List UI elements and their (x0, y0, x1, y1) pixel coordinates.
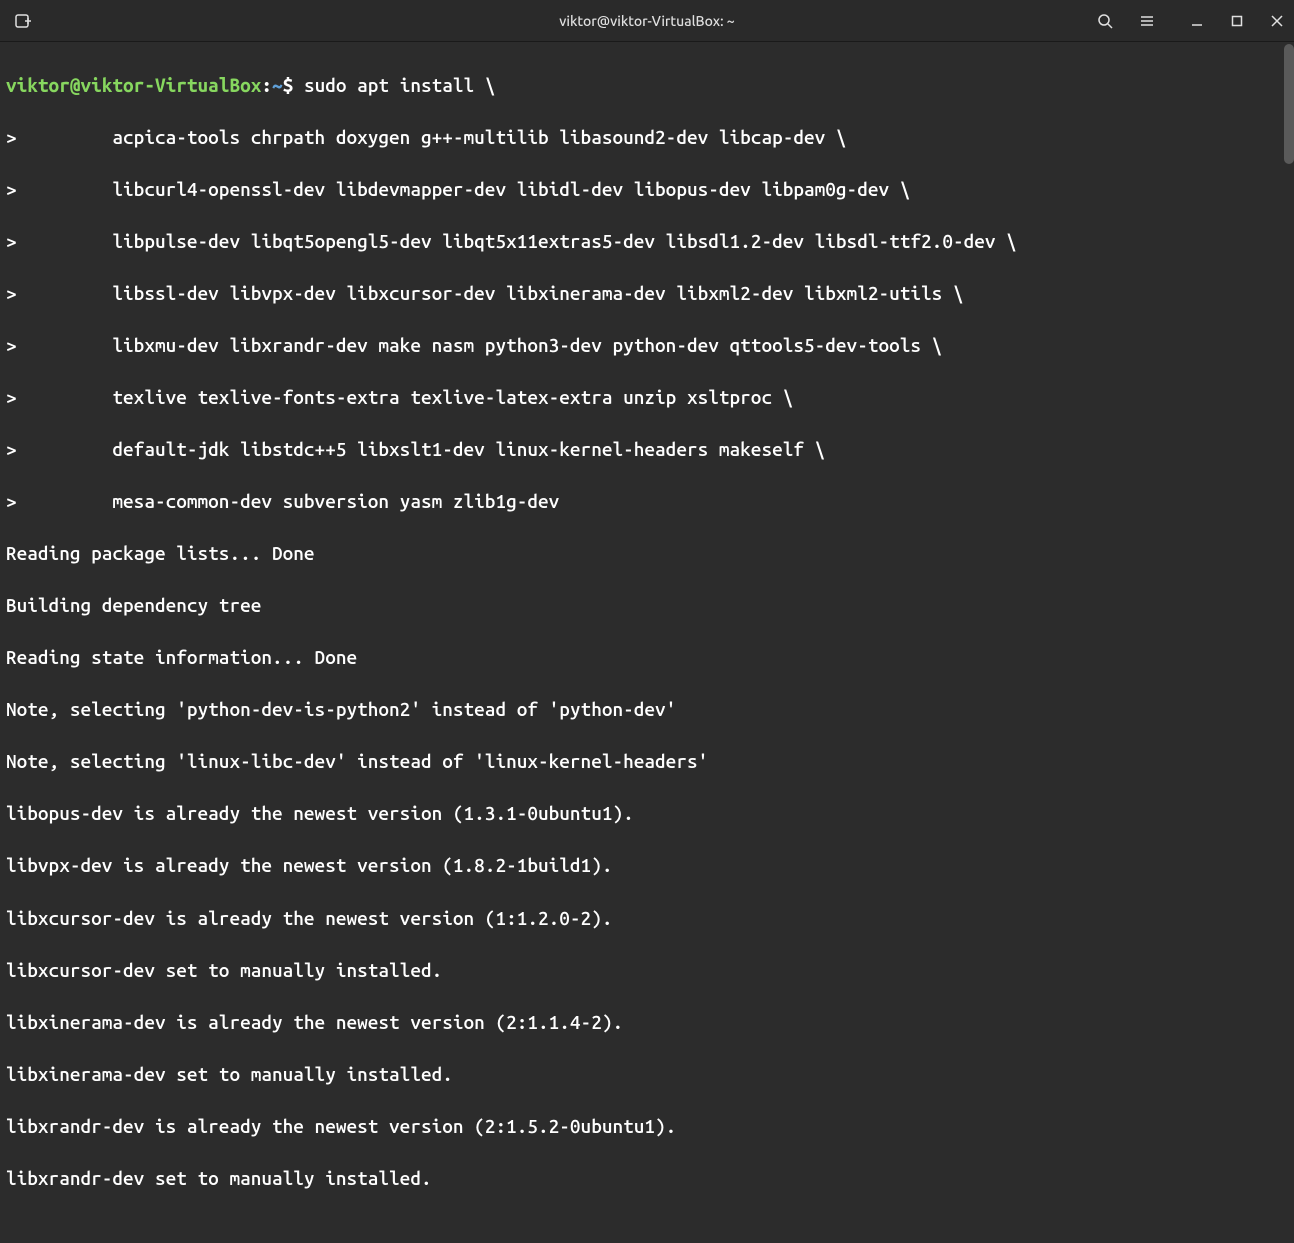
command-cont-4: > libxmu-dev libxrandr-dev make nasm pyt… (6, 332, 1288, 358)
maximize-button[interactable] (1228, 12, 1246, 30)
prompt-path: ~ (272, 74, 283, 96)
output-line-3: Note, selecting 'python-dev-is-python2' … (6, 696, 1288, 722)
output-line-12: libxrandr-dev set to manually installed. (6, 1165, 1288, 1191)
prompt-line: viktor@viktor-VirtualBox:~$ sudo apt ins… (6, 72, 1288, 98)
titlebar-right (1086, 12, 1286, 30)
search-icon (1097, 13, 1113, 29)
command-cont-2: > libpulse-dev libqt5opengl5-dev libqt5x… (6, 228, 1288, 254)
prompt-colon: : (261, 74, 272, 96)
window-controls (1188, 12, 1286, 30)
output-line-11: libxrandr-dev is already the newest vers… (6, 1113, 1288, 1139)
command-cont-3: > libssl-dev libvpx-dev libxcursor-dev l… (6, 280, 1288, 306)
window-titlebar: viktor@viktor-VirtualBox: ~ (0, 0, 1294, 42)
output-line-2: Reading state information... Done (6, 644, 1288, 670)
hamburger-icon (1139, 13, 1155, 29)
maximize-icon (1231, 15, 1243, 27)
command-cont-5: > texlive texlive-fonts-extra texlive-la… (6, 384, 1288, 410)
output-line-7: libxcursor-dev is already the newest ver… (6, 905, 1288, 931)
close-icon (1271, 15, 1283, 27)
command-cont-6: > default-jdk libstdc++5 libxslt1-dev li… (6, 436, 1288, 462)
minimize-icon (1191, 15, 1203, 27)
search-button[interactable] (1096, 12, 1114, 30)
titlebar-left (8, 7, 208, 35)
output-line-10: libxinerama-dev set to manually installe… (6, 1061, 1288, 1087)
prompt-symbol: $ (283, 74, 304, 96)
scrollbar[interactable] (1284, 42, 1294, 624)
window-title: viktor@viktor-VirtualBox: ~ (559, 13, 734, 29)
output-line-5: libopus-dev is already the newest versio… (6, 800, 1288, 826)
output-line-4: Note, selecting 'linux-libc-dev' instead… (6, 748, 1288, 774)
scrollbar-thumb[interactable] (1284, 44, 1294, 164)
terminal-content[interactable]: viktor@viktor-VirtualBox:~$ sudo apt ins… (0, 42, 1294, 624)
command-cont-0: > acpica-tools chrpath doxygen g++-multi… (6, 124, 1288, 150)
output-line-9: libxinerama-dev is already the newest ve… (6, 1009, 1288, 1035)
new-tab-button[interactable] (8, 7, 38, 35)
command-cont-7: > mesa-common-dev subversion yasm zlib1g… (6, 488, 1288, 514)
menu-button[interactable] (1138, 12, 1156, 30)
new-tab-icon (14, 12, 32, 30)
command-cont-1: > libcurl4-openssl-dev libdevmapper-dev … (6, 176, 1288, 202)
command-main: sudo apt install \ (304, 74, 496, 96)
output-line-6: libvpx-dev is already the newest version… (6, 852, 1288, 878)
close-button[interactable] (1268, 12, 1286, 30)
output-line-1: Building dependency tree (6, 592, 1288, 618)
prompt-user-host: viktor@viktor-VirtualBox (6, 74, 261, 96)
output-line-8: libxcursor-dev set to manually installed… (6, 957, 1288, 983)
minimize-button[interactable] (1188, 12, 1206, 30)
output-line-0: Reading package lists... Done (6, 540, 1288, 566)
